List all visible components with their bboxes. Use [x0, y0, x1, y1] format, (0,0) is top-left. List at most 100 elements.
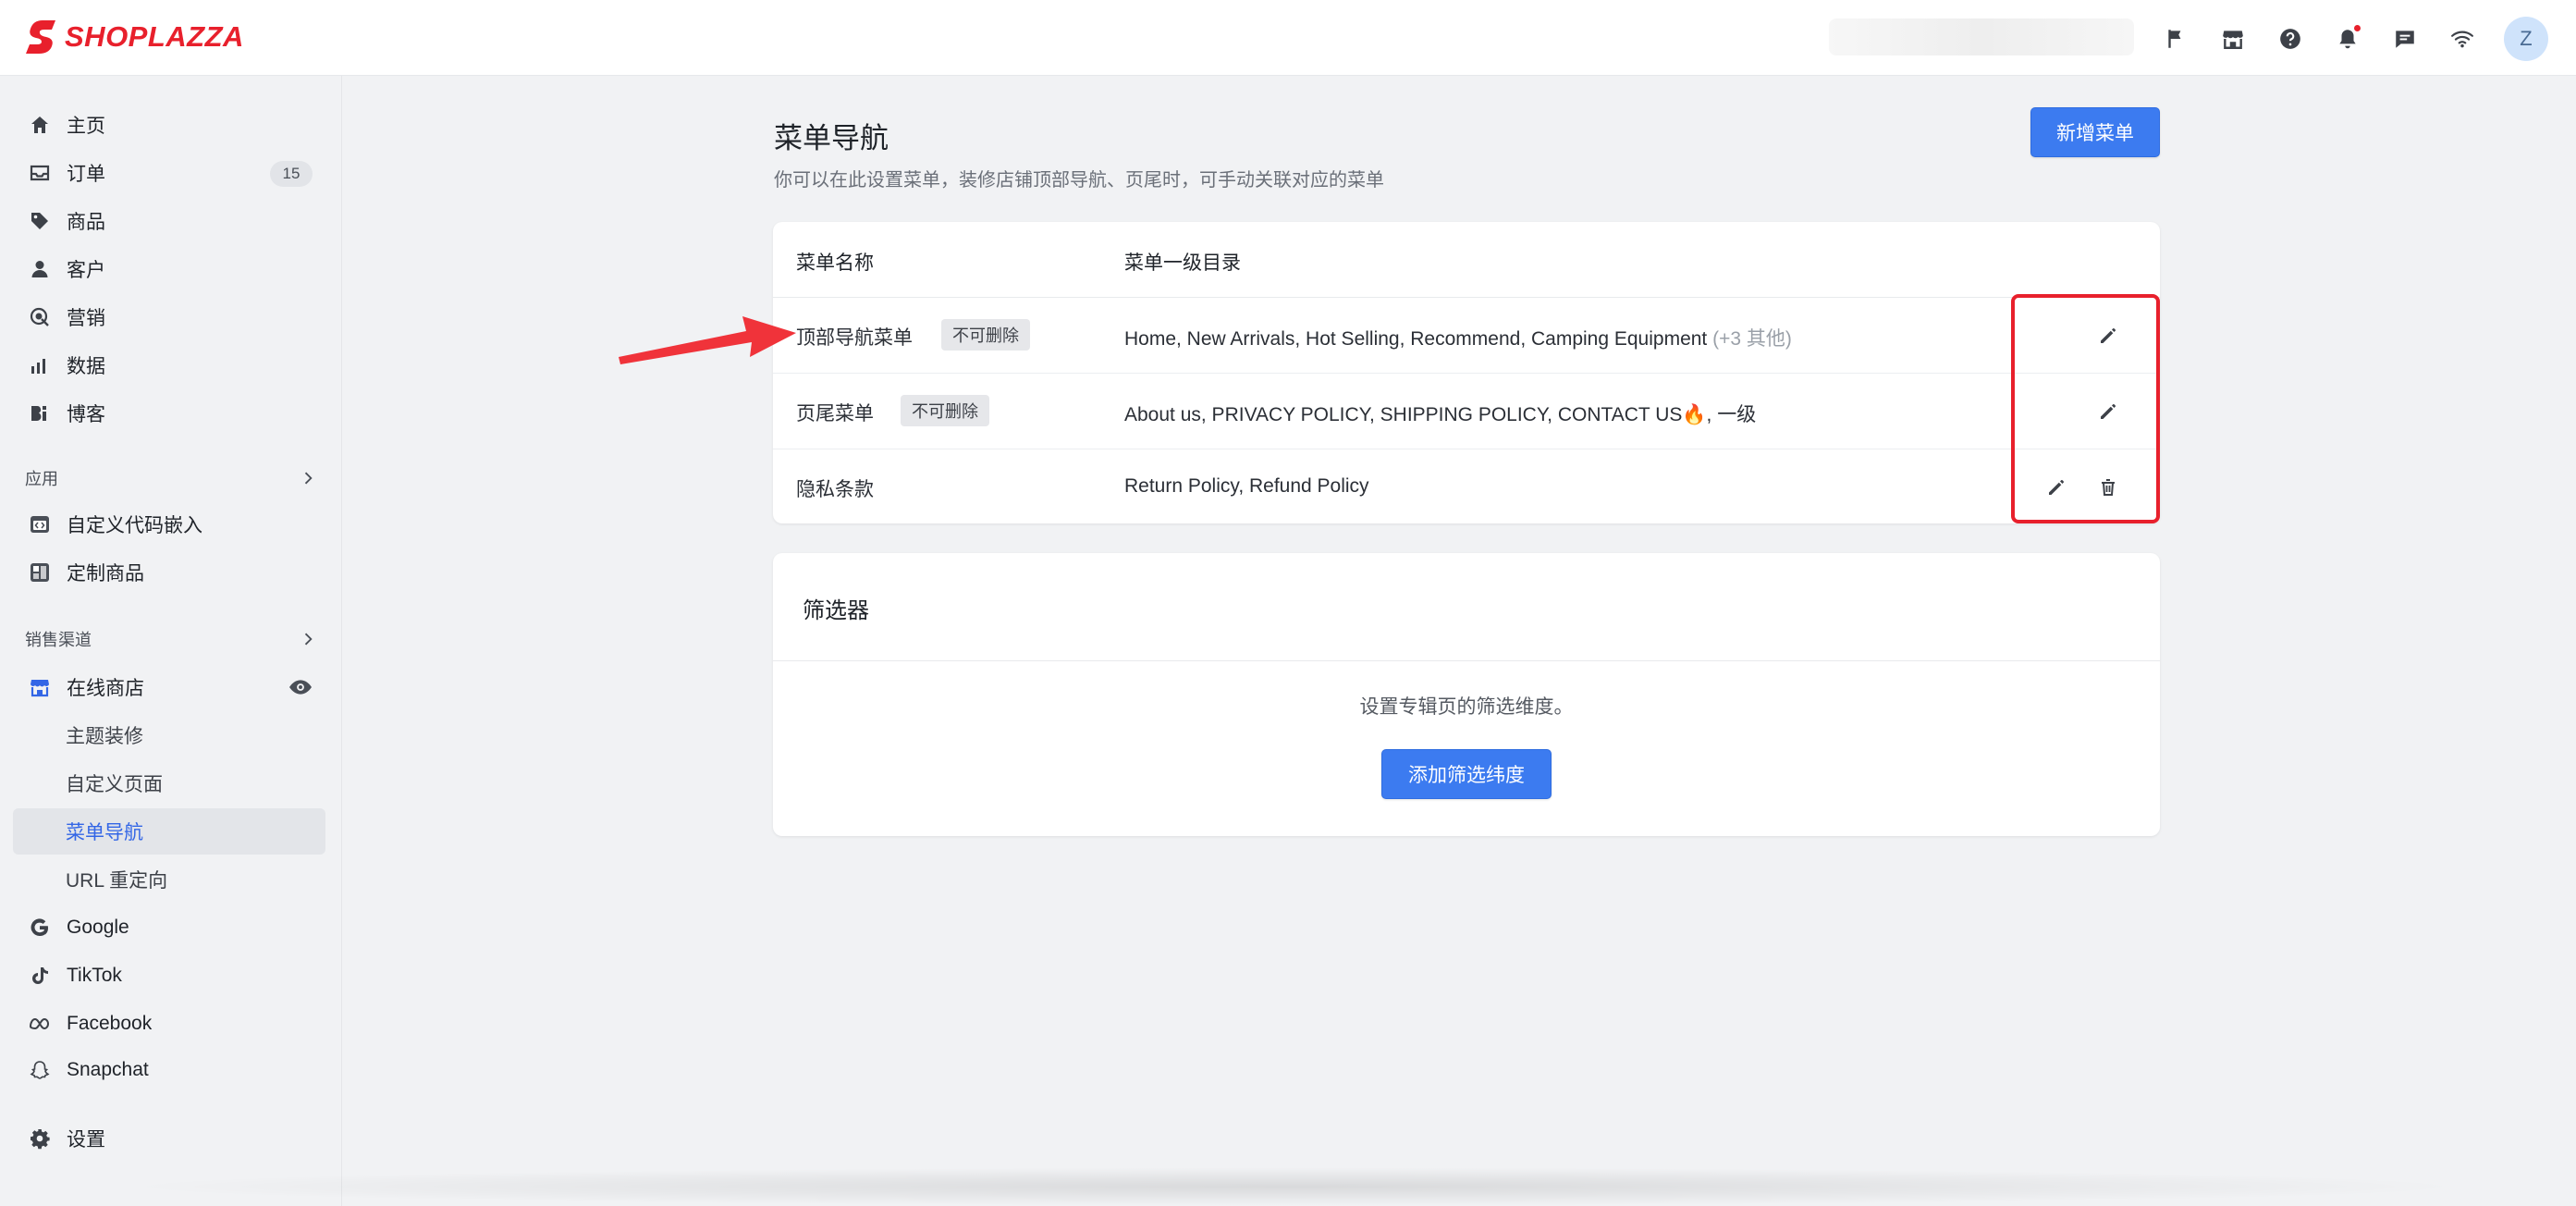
sidebar-item-menu-navigation[interactable]: 菜单导航	[13, 808, 325, 855]
menu-directory: Home, New Arrivals, Hot Selling, Recomme…	[1124, 324, 1792, 351]
sidebar-item-custom-product[interactable]: 定制商品	[13, 549, 325, 596]
undeletable-tag: 不可删除	[901, 395, 989, 426]
page-description: 你可以在此设置菜单，装修店铺顶部导航、页尾时，可手动关联对应的菜单	[774, 170, 1384, 191]
bottom-shadow	[111, 1167, 2478, 1206]
chevron-right-icon	[304, 633, 313, 646]
table-row: 隐私条款 Return Policy, Refund Policy	[773, 449, 2160, 525]
sidebar-item-url-redirect[interactable]: URL 重定向	[13, 856, 325, 903]
divider	[773, 660, 2160, 661]
sidebar-item-label: Google	[67, 917, 129, 938]
sidebar-item-theme[interactable]: 主题装修	[13, 712, 325, 758]
menu-directory: Return Policy, Refund Policy	[1124, 475, 1369, 497]
sidebar-item-label: 主题装修	[66, 726, 143, 747]
tag-icon	[28, 209, 52, 233]
menu-directory: About us, PRIVACY POLICY, SHIPPING POLIC…	[1124, 404, 1757, 425]
eye-icon[interactable]	[288, 675, 313, 699]
sidebar-item-label: Facebook	[67, 1013, 153, 1034]
sidebar-item-facebook[interactable]: Facebook	[13, 1001, 325, 1047]
brand-logo[interactable]: SHOPLAZZA	[24, 18, 244, 55]
wifi-icon[interactable]	[2434, 18, 2491, 60]
storefront-icon	[28, 675, 52, 699]
chevron-right-icon	[304, 472, 313, 485]
menu-name: 隐私条款	[796, 479, 874, 500]
undeletable-tag: 不可删除	[941, 319, 1030, 351]
code-embed-icon	[28, 512, 52, 536]
sidebar-item-blog[interactable]: 博客	[13, 390, 325, 437]
menu-directory-more: (+3 其他)	[1712, 328, 1792, 350]
gear-icon	[28, 1126, 52, 1151]
add-menu-button[interactable]: 新增菜单	[2030, 107, 2160, 157]
brand-name: SHOPLAZZA	[65, 20, 244, 53]
menu-table-header: 菜单名称 菜单一级目录	[773, 222, 2160, 298]
sidebar-item-google[interactable]: Google	[13, 904, 325, 951]
sidebar-item-label: 商品	[67, 212, 105, 233]
person-icon	[28, 257, 52, 281]
sidebar-item-label: 定制商品	[67, 563, 144, 585]
sidebar-item-marketing[interactable]: 营销	[13, 294, 325, 340]
orders-count-badge: 15	[270, 161, 313, 187]
sidebar-item-label: 主页	[67, 116, 105, 137]
table-row: 顶部导航菜单 不可删除 Home, New Arrivals, Hot Sell…	[773, 298, 2160, 374]
filter-card: 筛选器 设置专辑页的筛选维度。 添加筛选纬度	[773, 553, 2160, 836]
snapchat-icon	[28, 1058, 52, 1082]
target-icon	[28, 305, 52, 329]
sidebar-item-orders[interactable]: 订单 15	[13, 150, 325, 196]
menu-name: 页尾菜单	[796, 403, 874, 425]
sidebar-item-tiktok[interactable]: TikTok	[13, 953, 325, 999]
sales-channels-section-header[interactable]: 销售渠道	[25, 625, 317, 653]
apps-section-header[interactable]: 应用	[25, 464, 317, 492]
column-header-first-level-directory: 菜单一级目录	[1124, 252, 1241, 274]
sidebar-item-analytics[interactable]: 数据	[13, 342, 325, 388]
bar-chart-icon	[28, 353, 52, 377]
sidebar-item-label: 设置	[67, 1129, 105, 1151]
shoplazza-logo-icon	[26, 20, 55, 54]
column-header-menu-name: 菜单名称	[796, 252, 874, 274]
sidebar-item-label: URL 重定向	[66, 870, 168, 892]
menu-table-card: 菜单名称 菜单一级目录 顶部导航菜单 不可删除 Home, New Arriva…	[773, 222, 2160, 523]
page-title: 菜单导航	[774, 122, 889, 154]
annotation-arrow-icon	[619, 316, 796, 364]
sidebar-item-products[interactable]: 商品	[13, 198, 325, 244]
sidebar-item-label: Snapchat	[67, 1059, 149, 1080]
sidebar-item-label: TikTok	[67, 965, 122, 986]
annotation-highlight-box	[2011, 294, 2160, 523]
notification-dot	[2354, 25, 2361, 31]
sidebar-item-label: 博客	[67, 404, 105, 425]
tiktok-icon	[28, 964, 52, 988]
sidebar-item-label: 营销	[67, 308, 105, 329]
google-icon	[28, 916, 52, 940]
user-avatar[interactable]: Z	[2504, 17, 2548, 61]
custom-product-icon	[28, 560, 52, 585]
flag-icon[interactable]	[2147, 18, 2204, 60]
inbox-icon	[28, 161, 52, 185]
home-icon	[28, 113, 52, 137]
sales-channels-section-label: 销售渠道	[25, 631, 92, 649]
sidebar-item-custom-code[interactable]: 自定义代码嵌入	[13, 501, 325, 548]
sidebar-item-home[interactable]: 主页	[13, 102, 325, 148]
chat-icon[interactable]	[2376, 18, 2434, 60]
sidebar-item-label: 订单	[67, 164, 105, 185]
filter-card-description: 设置专辑页的筛选维度。	[1359, 696, 1574, 718]
sidebar-item-snapchat[interactable]: Snapchat	[13, 1047, 325, 1093]
menu-directory-items: Home, New Arrivals, Hot Selling, Recomme…	[1124, 328, 1708, 350]
sidebar-item-custom-pages[interactable]: 自定义页面	[13, 760, 325, 806]
sidebar-item-label: 自定义页面	[66, 774, 163, 795]
table-row: 页尾菜单 不可删除 About us, PRIVACY POLICY, SHIP…	[773, 374, 2160, 449]
filter-card-title: 筛选器	[803, 598, 869, 623]
sidebar-item-label: 客户	[67, 260, 105, 281]
menu-name: 顶部导航菜单	[796, 327, 913, 349]
add-filter-dimension-button[interactable]: 添加筛选纬度	[1381, 749, 1552, 799]
sidebar-item-label: 数据	[67, 356, 105, 377]
store-icon[interactable]	[2204, 18, 2262, 60]
top-icon-group: Z	[2147, 17, 2548, 61]
sidebar-item-online-store[interactable]: 在线商店	[13, 664, 325, 710]
store-switcher-blurred[interactable]	[1829, 18, 2134, 55]
meta-icon	[28, 1012, 52, 1036]
sidebar-item-label: 自定义代码嵌入	[67, 515, 202, 536]
bell-icon[interactable]	[2319, 18, 2376, 60]
help-icon[interactable]	[2262, 18, 2319, 60]
sidebar-item-settings[interactable]: 设置	[13, 1115, 325, 1162]
sidebar-item-customers[interactable]: 客户	[13, 246, 325, 292]
sidebar-item-label: 在线商店	[67, 678, 144, 699]
top-bar: SHOPLAZZA Z	[0, 0, 2576, 76]
